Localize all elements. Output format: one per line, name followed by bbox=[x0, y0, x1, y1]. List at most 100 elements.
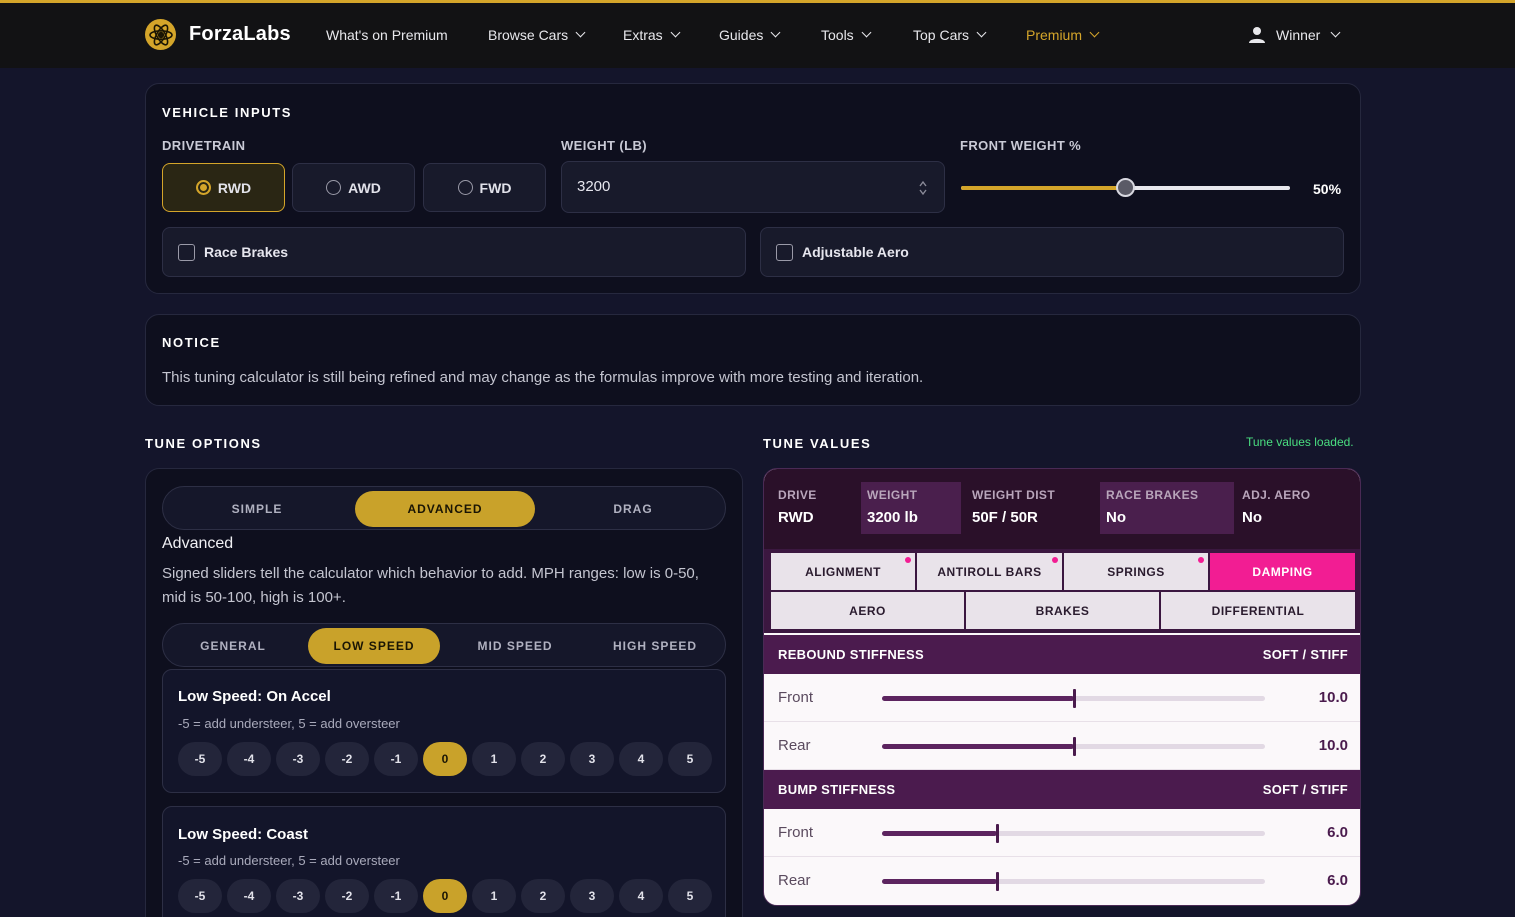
group-title: Low Speed: On Accel bbox=[178, 688, 331, 705]
drivetrain-rwd[interactable]: RWD bbox=[162, 163, 285, 212]
tab-label: SPRINGS bbox=[1107, 564, 1165, 579]
radio-icon bbox=[326, 180, 342, 195]
user-icon bbox=[1249, 27, 1265, 43]
brand[interactable]: ForzaLabs bbox=[145, 19, 291, 50]
scale-pill[interactable]: 3 bbox=[570, 879, 614, 913]
section-title: BUMP STIFFNESS bbox=[778, 782, 896, 797]
summary-value: No bbox=[1242, 509, 1262, 526]
tab-brakes[interactable]: BRAKES bbox=[966, 592, 1159, 629]
mode-advanced[interactable]: ADVANCED bbox=[355, 491, 535, 527]
adjustable-aero-checkbox[interactable]: Adjustable Aero bbox=[760, 227, 1344, 277]
drivetrain-awd[interactable]: AWD bbox=[292, 163, 415, 212]
scale-pill[interactable]: 3 bbox=[570, 742, 614, 776]
nav-browse-cars[interactable]: Browse Cars bbox=[488, 27, 586, 43]
scale-pill[interactable]: 4 bbox=[619, 879, 663, 913]
nav-whats-on-premium[interactable]: What's on Premium bbox=[326, 27, 448, 43]
tab-alignment[interactable]: ALIGNMENT bbox=[771, 553, 915, 590]
summary-key: ADJ. AERO bbox=[1242, 488, 1311, 502]
drivetrain-label: DRIVETRAIN bbox=[162, 138, 246, 153]
scale-pill[interactable]: 5 bbox=[668, 742, 712, 776]
changed-dot-icon bbox=[1198, 557, 1204, 563]
nav-label: Tools bbox=[821, 27, 854, 43]
scale-pill[interactable]: 5 bbox=[668, 879, 712, 913]
tab-springs[interactable]: SPRINGS bbox=[1064, 553, 1208, 590]
checkbox-icon bbox=[776, 243, 793, 261]
scale-pill[interactable]: -5 bbox=[178, 742, 222, 776]
tune-options-card: SIMPLE ADVANCED DRAG Advanced Signed sli… bbox=[145, 468, 743, 917]
tune-values-card: DRIVE RWD WEIGHT 3200 lb WEIGHT DIST 50F / … bbox=[763, 468, 1361, 906]
nav-extras[interactable]: Extras bbox=[623, 27, 681, 43]
rebound-rear-row: Rear 10.0 bbox=[764, 722, 1360, 770]
scale-pill[interactable]: -2 bbox=[325, 742, 369, 776]
tab-label: ANTIROLL BARS bbox=[937, 564, 1042, 579]
notice-title: NOTICE bbox=[162, 335, 221, 350]
value-bar-marker bbox=[995, 872, 999, 891]
notice-card: NOTICE This tuning calculator is still b… bbox=[145, 314, 1361, 406]
weight-input[interactable]: 3200 bbox=[561, 161, 945, 213]
forzalabs-logo-icon bbox=[145, 19, 176, 50]
scale-pill[interactable]: -1 bbox=[374, 879, 418, 913]
nav-label: Extras bbox=[623, 27, 663, 43]
scale-pill[interactable]: 4 bbox=[619, 742, 663, 776]
bump-front-row: Front 6.0 bbox=[764, 809, 1360, 857]
scale-pill[interactable]: -5 bbox=[178, 879, 222, 913]
speed-tab-low[interactable]: LOW SPEED bbox=[308, 628, 440, 664]
nav-guides[interactable]: Guides bbox=[719, 27, 781, 43]
nav-top-cars[interactable]: Top Cars bbox=[913, 27, 987, 43]
vehicle-inputs-card: VEHICLE INPUTS DRIVETRAIN RWD AWD FWD WE… bbox=[145, 83, 1361, 294]
tab-differential[interactable]: DIFFERENTIAL bbox=[1161, 592, 1355, 629]
checkbox-label: Race Brakes bbox=[204, 244, 289, 260]
scale-pill[interactable]: -1 bbox=[374, 742, 418, 776]
drivetrain-fwd[interactable]: FWD bbox=[423, 163, 546, 212]
nav-premium[interactable]: Premium bbox=[1026, 27, 1100, 43]
section-bump-stiffness: BUMP STIFFNESS SOFT / STIFF bbox=[764, 770, 1360, 809]
tab-label: DIFFERENTIAL bbox=[1211, 603, 1305, 618]
brand-name: ForzaLabs bbox=[189, 23, 291, 45]
group-hint: -5 = add understeer, 5 = add oversteer bbox=[178, 716, 400, 731]
nav-label: Browse Cars bbox=[488, 27, 569, 43]
nav-tools[interactable]: Tools bbox=[821, 27, 872, 43]
nav-label: What's on Premium bbox=[326, 27, 448, 43]
tab-damping[interactable]: DAMPING bbox=[1210, 553, 1355, 590]
radio-label: RWD bbox=[217, 179, 252, 196]
mode-simple[interactable]: SIMPLE bbox=[167, 491, 347, 527]
tab-aero[interactable]: AERO bbox=[771, 592, 964, 629]
user-name: Winner bbox=[1276, 27, 1321, 43]
front-weight-slider-track[interactable] bbox=[961, 178, 1290, 197]
value-bar-marker bbox=[1072, 737, 1076, 756]
speed-tab-mid[interactable]: MID SPEED bbox=[449, 628, 581, 664]
row-value: 6.0 bbox=[1327, 824, 1348, 841]
speed-tab-general[interactable]: GENERAL bbox=[167, 628, 299, 664]
summary-key: WEIGHT bbox=[867, 488, 918, 502]
scale-pill[interactable]: -3 bbox=[276, 879, 320, 913]
scale-pill[interactable]: -2 bbox=[325, 879, 369, 913]
summary-value: RWD bbox=[778, 509, 814, 526]
summary-weight-dist: WEIGHT DIST 50F / 50R bbox=[966, 482, 1096, 534]
scale-pill[interactable]: 2 bbox=[521, 879, 565, 913]
user-menu[interactable]: Winner bbox=[1248, 26, 1341, 44]
chevron-down-icon bbox=[1330, 27, 1341, 38]
tab-antiroll-bars[interactable]: ANTIROLL BARS bbox=[917, 553, 1062, 590]
mode-switch: SIMPLE ADVANCED DRAG bbox=[162, 486, 726, 530]
value-bar-fill bbox=[882, 744, 1074, 749]
section-rebound-stiffness: REBOUND STIFFNESS SOFT / STIFF bbox=[764, 635, 1360, 674]
scale-pill[interactable]: -4 bbox=[227, 742, 271, 776]
scale-pill[interactable]: 1 bbox=[472, 879, 516, 913]
value-bar-fill bbox=[882, 696, 1074, 701]
value-bar-fill bbox=[882, 831, 997, 836]
speed-tab-high[interactable]: HIGH SPEED bbox=[589, 628, 721, 664]
nav-label: Premium bbox=[1026, 27, 1083, 43]
scale-pill[interactable]: 0 bbox=[423, 879, 467, 913]
scale-pill[interactable]: 2 bbox=[521, 742, 565, 776]
spinner-arrows-icon[interactable] bbox=[918, 179, 928, 197]
scale-pill[interactable]: 0 bbox=[423, 742, 467, 776]
front-weight-slider-thumb[interactable] bbox=[1115, 178, 1135, 197]
scale-pill[interactable]: 1 bbox=[472, 742, 516, 776]
scale-pill[interactable]: -4 bbox=[227, 879, 271, 913]
summary-key: WEIGHT DIST bbox=[972, 488, 1056, 502]
tune-values-title: TUNE VALUES bbox=[763, 436, 872, 451]
mode-drag[interactable]: DRAG bbox=[543, 491, 723, 527]
race-brakes-checkbox[interactable]: Race Brakes bbox=[162, 227, 746, 277]
scale-pill[interactable]: -3 bbox=[276, 742, 320, 776]
row-value: 10.0 bbox=[1318, 689, 1348, 706]
